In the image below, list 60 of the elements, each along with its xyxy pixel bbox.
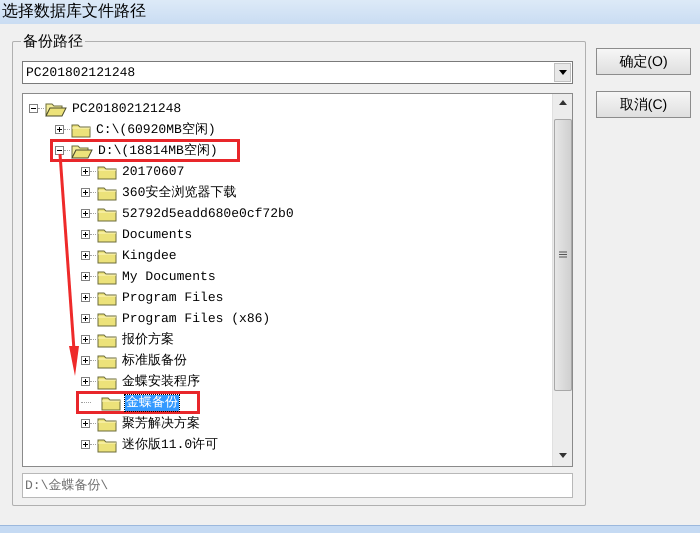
tree-item[interactable]: D:\(18814MB空闲) bbox=[97, 142, 219, 158]
folder-icon bbox=[97, 374, 117, 390]
path-field[interactable]: D:\金蝶备份\ bbox=[22, 473, 573, 498]
tree-item[interactable]: My Documents bbox=[121, 268, 217, 284]
folder-icon bbox=[97, 352, 117, 368]
dialog-button[interactable]: 取消(C) bbox=[596, 91, 691, 118]
expand-icon[interactable] bbox=[81, 188, 90, 197]
scrollbar[interactable] bbox=[552, 94, 572, 466]
tree-item[interactable]: Program Files (x86) bbox=[121, 310, 272, 326]
expand-icon[interactable] bbox=[81, 293, 90, 302]
expand-icon[interactable] bbox=[81, 272, 90, 281]
folder-icon bbox=[97, 436, 117, 452]
expand-icon[interactable] bbox=[81, 314, 90, 323]
tree-item[interactable]: Kingdee bbox=[121, 248, 178, 264]
tree-item[interactable]: 20170607 bbox=[121, 164, 186, 180]
expand-icon[interactable] bbox=[81, 335, 90, 344]
tree-item[interactable]: 金蝶安装程序 bbox=[121, 374, 201, 390]
expand-icon[interactable] bbox=[81, 440, 90, 449]
tree-item[interactable]: C:\(60920MB空闲) bbox=[95, 122, 217, 138]
tree-item[interactable]: 标准版备份 bbox=[121, 352, 188, 368]
drive-dropdown[interactable]: PC201802121248 bbox=[22, 61, 573, 84]
folder-icon bbox=[45, 100, 67, 116]
dialog-button[interactable]: 确定(O) bbox=[596, 48, 691, 75]
expand-icon[interactable] bbox=[81, 230, 90, 239]
folder-icon bbox=[97, 248, 117, 264]
collapse-icon[interactable] bbox=[55, 146, 64, 155]
expand-icon[interactable] bbox=[55, 125, 64, 134]
expand-icon[interactable] bbox=[81, 377, 90, 386]
folder-icon bbox=[97, 226, 117, 242]
folder-icon bbox=[97, 164, 117, 180]
folder-icon bbox=[97, 184, 117, 200]
expand-icon[interactable] bbox=[81, 419, 90, 428]
tree-item[interactable]: PC201802121248 bbox=[71, 100, 182, 116]
folder-icon bbox=[97, 310, 117, 326]
folder-icon bbox=[97, 332, 117, 348]
expand-icon[interactable] bbox=[81, 251, 90, 260]
group-label: 备份路径 bbox=[21, 33, 85, 50]
tree-item[interactable]: 360安全浏览器下载 bbox=[121, 184, 238, 200]
folder-icon bbox=[97, 290, 117, 306]
tree-item[interactable]: Program Files bbox=[121, 290, 224, 306]
tree-item[interactable]: Documents bbox=[121, 226, 194, 242]
expand-icon[interactable] bbox=[81, 167, 90, 176]
folder-icon bbox=[71, 122, 91, 138]
folder-icon bbox=[97, 416, 117, 432]
grip-icon bbox=[558, 251, 566, 259]
expand-icon[interactable] bbox=[81, 209, 90, 218]
tree-item[interactable]: 迷你版11.0许可 bbox=[121, 436, 220, 452]
collapse-icon[interactable] bbox=[29, 104, 38, 113]
scroll-thumb[interactable] bbox=[554, 119, 572, 391]
tree-item[interactable]: 聚芳解决方案 bbox=[121, 416, 201, 432]
tree-item[interactable]: 52792d5eadd680e0cf72b0 bbox=[121, 206, 295, 222]
tree-item[interactable]: 报价方案 bbox=[121, 332, 175, 348]
folder-icon bbox=[71, 142, 93, 158]
folder-icon bbox=[97, 268, 117, 284]
scroll-down-icon[interactable] bbox=[558, 453, 566, 458]
scroll-up-icon[interactable] bbox=[558, 100, 566, 105]
folder-icon bbox=[101, 394, 121, 410]
folder-icon bbox=[97, 206, 117, 222]
expand-icon[interactable] bbox=[81, 356, 90, 365]
window-title: 选择数据库文件路径 bbox=[1, 2, 146, 22]
